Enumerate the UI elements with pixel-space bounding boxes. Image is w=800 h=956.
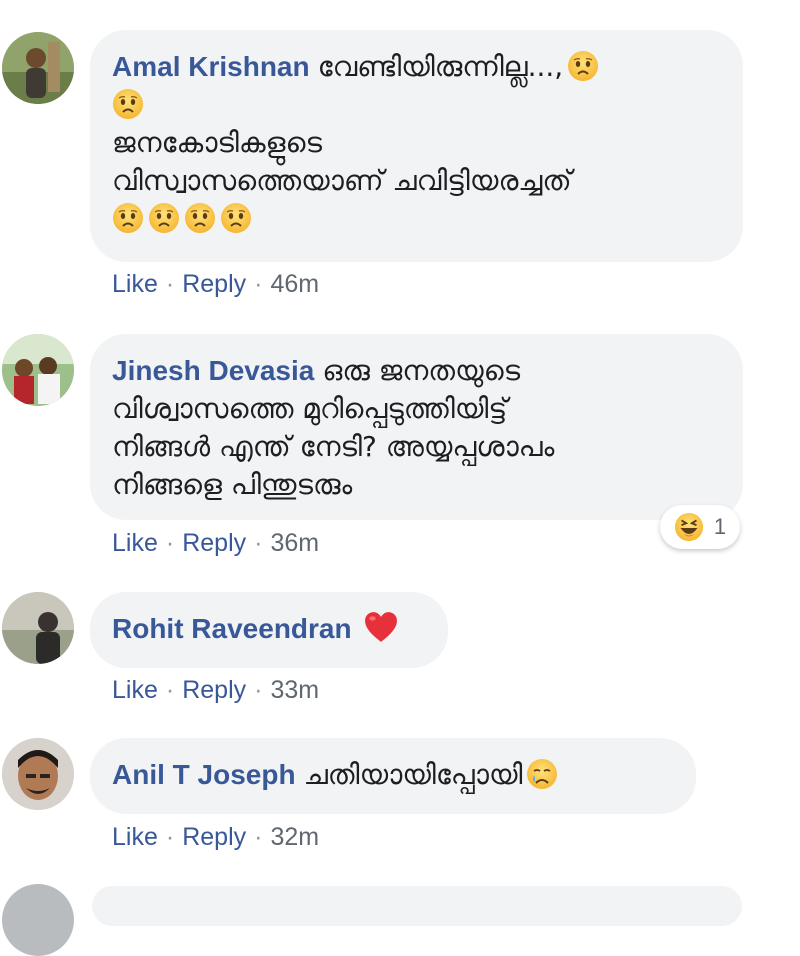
- comment-bubble: [92, 886, 742, 926]
- avatar[interactable]: [2, 884, 74, 956]
- crying-face-emoji-icon: [526, 758, 558, 790]
- comment-text: നിങ്ങൾ എന്ത് നേടി? അയ്യപ്പശാപം: [112, 430, 555, 463]
- avatar[interactable]: [2, 334, 74, 406]
- sad-face-emoji-icon: [148, 202, 180, 234]
- sad-face-emoji-icon: [112, 202, 144, 234]
- comment-bubble: Rohit Raveendran: [90, 592, 448, 668]
- separator: ·: [254, 823, 263, 851]
- comment-actions: Like · Reply · 46m: [112, 270, 319, 299]
- sad-face-emoji-icon: [184, 202, 216, 234]
- comment-text: ജനകോടികളുടെ: [112, 126, 323, 159]
- sad-face-emoji-icon: [220, 202, 252, 234]
- comment-text: വിസ്വാസത്തെയാണ് ചവിട്ടിയരച്ചത്: [112, 164, 572, 197]
- separator: ·: [165, 529, 175, 557]
- comment-text: വേണ്ടിയിരുന്നില്ല...,: [317, 50, 564, 83]
- avatar[interactable]: [2, 32, 74, 104]
- separator: ·: [254, 529, 263, 557]
- avatar[interactable]: [2, 592, 74, 664]
- comment-bubble: Jinesh Devasia ഒരു ജനതയുടെ വിശ്വാസത്തെ മു…: [90, 334, 743, 520]
- like-link[interactable]: Like: [112, 823, 158, 851]
- reaction-summary[interactable]: 1: [660, 505, 740, 549]
- reply-link[interactable]: Reply: [182, 270, 246, 298]
- separator: ·: [165, 676, 175, 704]
- like-link[interactable]: Like: [112, 529, 158, 557]
- comment-actions: Like · Reply · 32m: [112, 823, 319, 852]
- reply-link[interactable]: Reply: [182, 676, 246, 704]
- reply-link[interactable]: Reply: [182, 823, 246, 851]
- timestamp[interactable]: 36m: [270, 529, 319, 557]
- separator: ·: [165, 270, 175, 298]
- reply-link[interactable]: Reply: [182, 529, 246, 557]
- sad-face-emoji-icon: [567, 50, 599, 82]
- comment-bubble: Amal Krishnan വേണ്ടിയിരുന്നില്ല..., ജനകോട…: [90, 30, 743, 262]
- author-name[interactable]: Jinesh Devasia: [112, 355, 314, 386]
- separator: ·: [254, 270, 263, 298]
- like-link[interactable]: Like: [112, 270, 158, 298]
- like-link[interactable]: Like: [112, 676, 158, 704]
- author-name[interactable]: Rohit Raveendran: [112, 613, 352, 644]
- separator: ·: [165, 823, 175, 851]
- timestamp[interactable]: 46m: [270, 270, 319, 298]
- comment-actions: Like · Reply · 36m: [112, 529, 319, 558]
- sad-face-emoji-icon: [112, 88, 144, 120]
- haha-reaction-icon: [674, 512, 704, 542]
- comment-text: ഒരു ജനതയുടെ: [322, 354, 521, 387]
- avatar[interactable]: [2, 738, 74, 810]
- comment-actions: Like · Reply · 33m: [112, 676, 319, 705]
- comment-bubble: Anil T Joseph ചതിയായിപ്പോയി: [90, 738, 696, 814]
- reaction-count: 1: [713, 514, 727, 539]
- timestamp[interactable]: 33m: [270, 676, 319, 704]
- author-name[interactable]: Anil T Joseph: [112, 759, 296, 790]
- author-name[interactable]: Amal Krishnan: [112, 51, 310, 82]
- timestamp[interactable]: 32m: [270, 823, 319, 851]
- red-heart-emoji-icon: [364, 611, 398, 645]
- comment-text: വിശ്വാസത്തെ മുറിപ്പെടുത്തിയിട്ട്: [112, 392, 508, 425]
- comment-text: നിങ്ങളെ പിന്തുടരും: [112, 468, 353, 501]
- separator: ·: [254, 676, 263, 704]
- comment-text: ചതിയായിപ്പോയി: [303, 758, 523, 791]
